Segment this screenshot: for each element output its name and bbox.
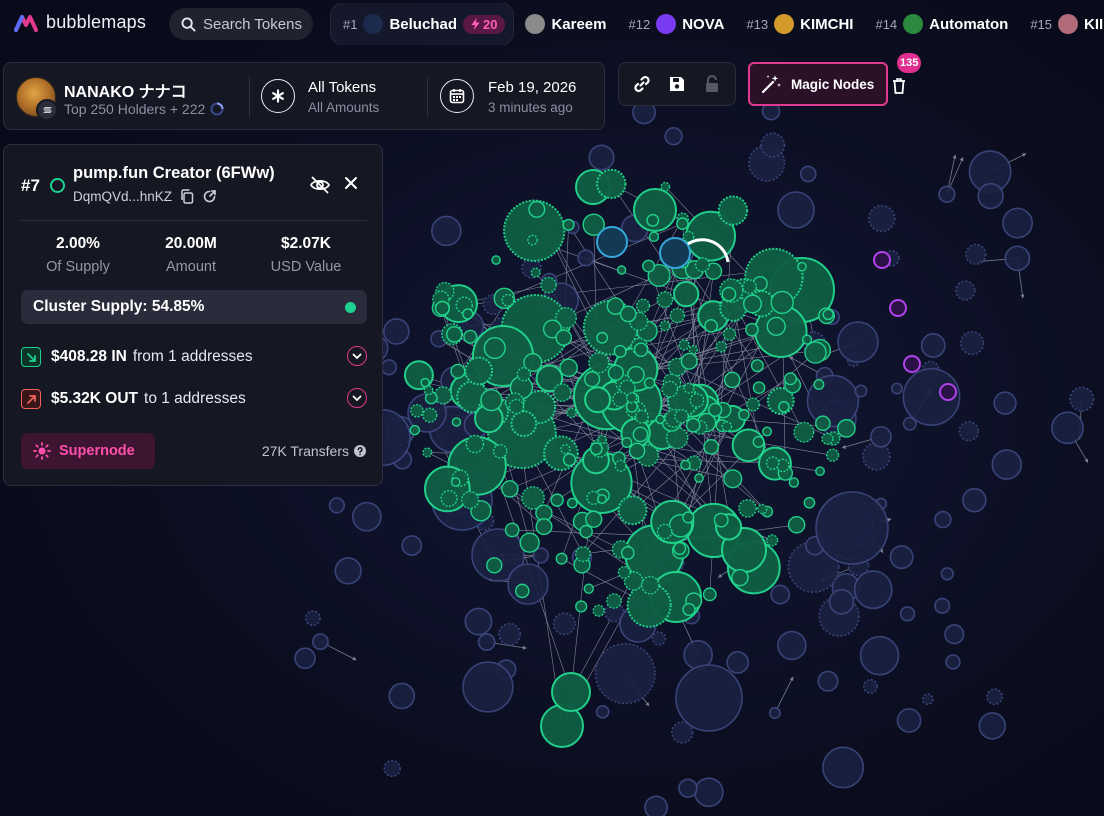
node-rank: #7 [21, 176, 40, 195]
trending-token-name: KIMCHI [800, 15, 854, 33]
expand-outflow-button[interactable] [347, 388, 367, 408]
trending-token-6[interactable]: #15 KII [1019, 3, 1104, 45]
top-bar: bubblemaps Search Tokens #1 Beluchad 20 Kar… [0, 0, 1104, 48]
token-name: NANAKO ナナコ [64, 84, 187, 101]
calendar-icon[interactable] [440, 79, 474, 113]
app-name: bubblemaps [46, 12, 147, 32]
snapshot-age: 3 minutes ago [488, 100, 573, 115]
trending-token-rank: #15 [1030, 16, 1053, 32]
solana-chain-icon [36, 99, 58, 121]
logo[interactable]: bubblemaps [14, 12, 146, 33]
divider [249, 77, 250, 117]
trending-token-rank: #1 [343, 16, 358, 32]
chevron-down-icon [352, 395, 362, 401]
trending-token-name: NOVA [682, 15, 725, 33]
hide-node-icon[interactable] [309, 175, 331, 195]
node-details-card: #7 pump.fun Creator (6FWw) DqmQVd...hnKZ… [3, 144, 383, 486]
magic-nodes-button[interactable]: Magic Nodes [748, 62, 888, 106]
save-button[interactable] [662, 69, 692, 99]
inflow-amount: $408.28 IN [51, 348, 127, 365]
link-icon [634, 75, 650, 93]
trending-token-2[interactable]: Kareem [514, 3, 617, 45]
divider [21, 220, 367, 221]
token-filter-subtitle: All Amounts [308, 100, 380, 115]
token-filter-title[interactable]: All Tokens [308, 79, 376, 96]
supernode-label: Supernode [59, 443, 135, 459]
trending-token-rank: #12 [628, 16, 651, 32]
close-icon[interactable] [344, 176, 358, 190]
token-icon [903, 14, 924, 34]
magic-nodes-label: Magic Nodes [791, 76, 875, 92]
loading-spinner-icon [210, 102, 224, 116]
trending-token-name: Kareem [551, 15, 607, 33]
trending-token-name: Automaton [929, 15, 1009, 33]
snapshot-date[interactable]: Feb 19, 2026 [488, 79, 576, 96]
node-address-row: DqmQVd...hnKZ [73, 189, 217, 204]
outflow-row: $5.32K OUT to 1 addresses [21, 387, 367, 411]
holders-subtitle: Top 250 Holders + 222 [64, 101, 224, 117]
cluster-color-dot [345, 302, 356, 313]
trending-token-1[interactable]: #1 Beluchad 20 [330, 3, 515, 45]
token-holders-panel: NANAKO ナナコ Top 250 Holders + 222 All Tok… [3, 62, 605, 130]
outflow-text: to 1 addresses [144, 390, 246, 407]
trending-token-5[interactable]: #14 Automaton [864, 3, 1019, 45]
lock-button[interactable] [697, 69, 727, 99]
expand-inflow-button[interactable] [347, 346, 367, 366]
map-tools [618, 62, 736, 106]
magic-nodes-count-badge: 135 [897, 53, 922, 73]
trending-token-3[interactable]: #12 NOVA [618, 3, 736, 45]
save-icon [669, 77, 684, 91]
cluster-status-icon [50, 178, 65, 193]
bubblemaps-logo-icon [14, 14, 38, 32]
token-icon [1058, 14, 1079, 34]
inflow-arrow-icon [21, 347, 41, 367]
divider [427, 77, 428, 117]
token-icon [656, 14, 677, 34]
trending-token-rank: #13 [746, 16, 769, 32]
trending-tokens-bar: #1 Beluchad 20 Kareem #12 NOVA #13 KIMCHI #14 Aut… [330, 3, 1104, 45]
lightning-icon [471, 18, 480, 30]
magic-wand-icon [761, 75, 781, 94]
lock-icon [705, 75, 718, 92]
cluster-supply-bar[interactable]: Cluster Supply: 54.85% [21, 290, 367, 324]
transfers-count: 27K Transfers [262, 443, 366, 459]
token-icon [363, 14, 384, 34]
sun-icon [33, 442, 51, 460]
trending-token-rank: #14 [875, 16, 898, 32]
boost-badge: 20 [462, 14, 506, 34]
cluster-supply-text: Cluster Supply: 54.85% [33, 298, 205, 315]
filter-asterisk-icon[interactable] [261, 79, 295, 113]
trash-icon [893, 77, 905, 94]
trending-token-name: KII [1084, 15, 1104, 33]
stat-supply: 2.00% Of Supply [46, 235, 110, 275]
link-button[interactable] [627, 69, 657, 99]
outflow-arrow-icon [21, 389, 41, 409]
inflow-text: from 1 addresses [132, 348, 253, 365]
token-icon [774, 14, 795, 34]
search-input[interactable]: Search Tokens [169, 8, 313, 40]
trending-token-name: Beluchad [389, 15, 457, 33]
node-address: DqmQVd...hnKZ [73, 189, 173, 204]
trending-token-4[interactable]: #13 KIMCHI [735, 3, 864, 45]
chevron-down-icon [352, 353, 362, 359]
copy-icon[interactable] [180, 189, 194, 204]
search-placeholder: Search Tokens [203, 15, 302, 33]
help-icon[interactable] [354, 445, 366, 457]
token-avatar[interactable] [16, 77, 58, 121]
outflow-amount: $5.32K OUT [51, 390, 139, 407]
supernode-button[interactable]: Supernode [21, 433, 155, 469]
stat-usd-value: $2.07K USD Value [270, 235, 342, 275]
search-icon [181, 16, 196, 32]
delete-button[interactable] [889, 72, 909, 98]
stat-amount: 20.00M Amount [165, 235, 217, 275]
inflow-row: $408.28 IN from 1 addresses [21, 345, 367, 369]
node-title: pump.fun Creator (6FWw) [73, 164, 275, 182]
token-icon [525, 14, 546, 34]
external-link-icon[interactable] [202, 189, 217, 204]
